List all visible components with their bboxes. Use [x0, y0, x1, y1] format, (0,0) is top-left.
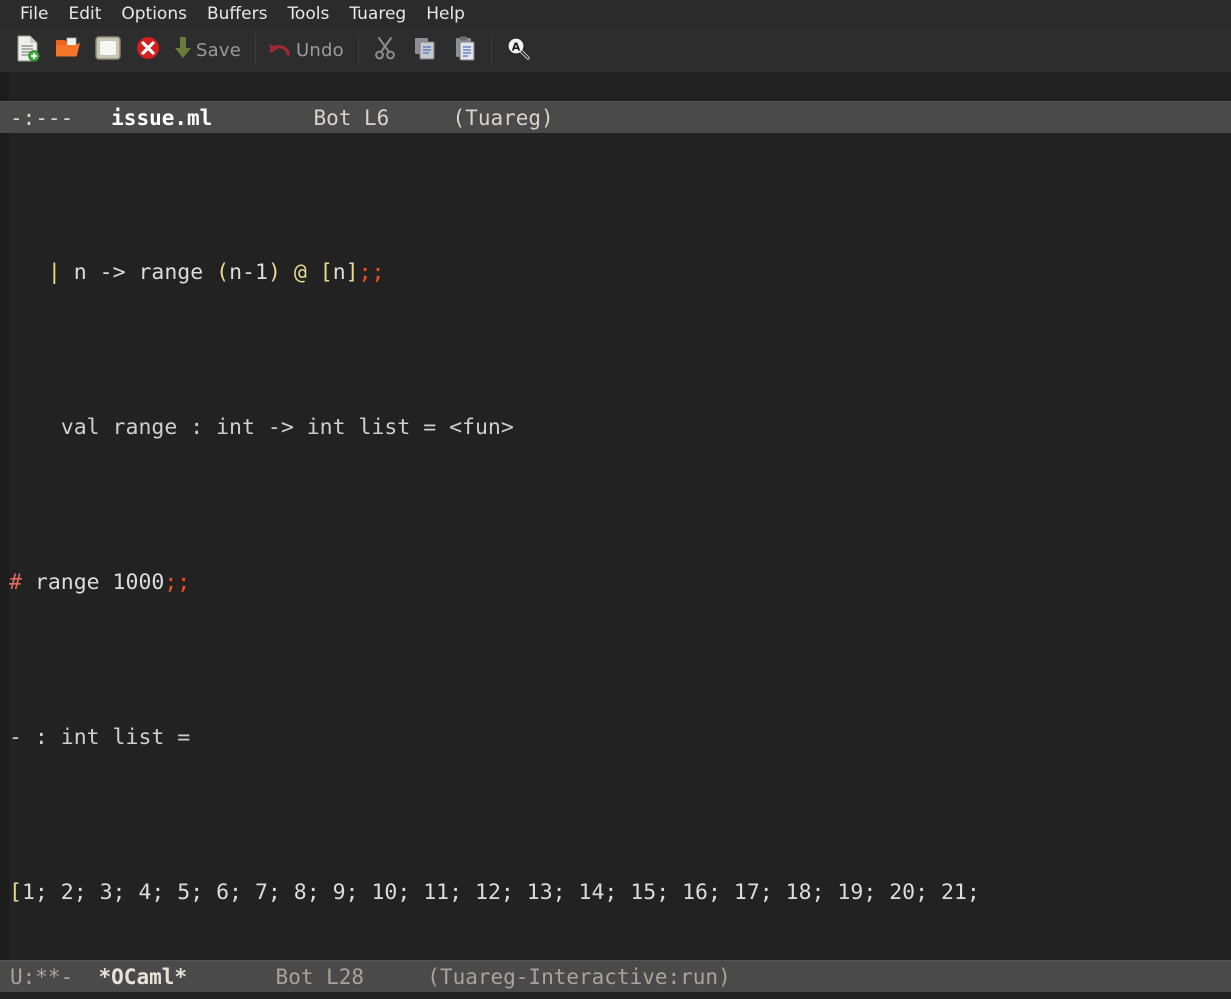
menu-item-tuareg[interactable]: Tuareg	[339, 0, 416, 28]
modeline-flags: U:**-	[10, 965, 74, 990]
save-button[interactable]: Save	[168, 30, 249, 70]
echo-area	[0, 992, 1231, 999]
buffer-ocaml-repl[interactable]: | n -> range (n-1) @ [n];; val range : i…	[0, 133, 1231, 961]
menu-item-file[interactable]: File	[10, 0, 58, 28]
buffer-ocaml-repl-text[interactable]: | n -> range (n-1) @ [n];; val range : i…	[0, 133, 1231, 960]
menu-item-tools[interactable]: Tools	[277, 0, 339, 28]
token-bracket-close: ]	[345, 260, 359, 286]
save-icon	[172, 35, 194, 65]
token-val-signature: val range : int -> int list = <fun>	[60, 415, 514, 441]
undo-icon	[266, 36, 294, 64]
paste-icon	[452, 35, 478, 66]
toolbar-separator-2	[357, 35, 359, 65]
token-fragment-semis: ;;	[358, 260, 385, 286]
menu-item-help[interactable]: Help	[416, 0, 475, 28]
repl-line-prompt-command: # range 1000;;	[9, 567, 1231, 598]
modeline-position: Bot L28	[275, 965, 365, 990]
token-pattern-bar: |	[47, 260, 61, 286]
dired-button[interactable]	[88, 30, 128, 70]
toolbar-separator-1	[254, 35, 256, 65]
token-append-operator: @	[280, 260, 320, 286]
menu-item-options[interactable]: Options	[111, 0, 197, 28]
token-paren-open: (	[216, 260, 230, 286]
copy-button[interactable]	[405, 30, 445, 70]
modeline-major-mode: (Tuareg-Interactive:run)	[427, 965, 731, 990]
menu-bar: File Edit Options Buffers Tools Tuareg H…	[0, 0, 1231, 28]
tool-bar: Save Undo A	[0, 28, 1231, 72]
paste-button[interactable]	[445, 30, 485, 70]
cut-button[interactable]	[365, 30, 405, 70]
modeline-buffer-name: issue.ml	[111, 106, 213, 131]
close-icon	[135, 35, 161, 65]
token-result-type: - : int list =	[9, 725, 191, 751]
window-icon	[94, 35, 122, 65]
repl-line-result-type: - : int list =	[9, 722, 1231, 753]
menu-item-edit[interactable]: Edit	[58, 0, 111, 28]
token-bracket-open: [	[319, 260, 333, 286]
repl-line-val-range: val range : int -> int list = <fun>	[9, 412, 1231, 443]
token-prompt-symbol: #	[9, 570, 22, 596]
search-button[interactable]: A	[498, 30, 538, 70]
token-list-values: 1; 2; 3; 4; 5; 6; 7; 8; 9; 10; 11; 12; 1…	[21, 880, 980, 906]
modeline-buffer-name: *OCaml*	[98, 965, 188, 990]
menu-item-buffers[interactable]: Buffers	[197, 0, 277, 28]
repl-line-list: [1; 2; 3; 4; 5; 6; 7; 8; 9; 10; 11; 12; …	[9, 880, 980, 906]
token-prompt-semis: ;;	[164, 570, 191, 596]
open-file-button[interactable]	[48, 30, 88, 70]
token-paren-inner: n-1	[229, 260, 268, 286]
open-folder-icon	[54, 34, 82, 66]
undo-button[interactable]: Undo	[262, 30, 352, 70]
close-buffer-button[interactable]	[128, 30, 168, 70]
token-fragment-body: n -> range	[60, 260, 217, 286]
scissors-icon	[372, 35, 398, 65]
modeline-ocaml-repl[interactable]: U:**- *OCaml* Bot L28 (Tuareg-Interactiv…	[0, 960, 1231, 993]
search-icon: A	[505, 35, 531, 65]
new-file-button[interactable]	[8, 30, 48, 70]
emacs-window: File Edit Options Buffers Tools Tuareg H…	[0, 0, 1231, 999]
modeline-position: Bot L6	[313, 106, 390, 131]
buffer-issue-ml[interactable]: range 1000;;	[0, 72, 1231, 102]
svg-text:A: A	[512, 41, 521, 54]
modeline-flags: -:---	[10, 106, 74, 131]
undo-label: Undo	[295, 39, 344, 61]
token-paren-close: )	[267, 260, 281, 286]
repl-line-source-fragment: | n -> range (n-1) @ [n];;	[9, 257, 1231, 288]
buffer-issue-ml-text[interactable]: range 1000;;	[0, 72, 1231, 101]
toolbar-separator-3	[490, 35, 492, 65]
new-file-icon	[15, 34, 41, 66]
token-prompt-command: range 1000	[21, 570, 165, 596]
modeline-issue-ml[interactable]: -:--- issue.ml Bot L6 (Tuareg)	[0, 101, 1231, 134]
save-label: Save	[196, 39, 241, 61]
copy-icon	[412, 35, 438, 65]
modeline-major-mode: (Tuareg)	[452, 106, 554, 131]
token-bracket-inner: n	[332, 260, 346, 286]
